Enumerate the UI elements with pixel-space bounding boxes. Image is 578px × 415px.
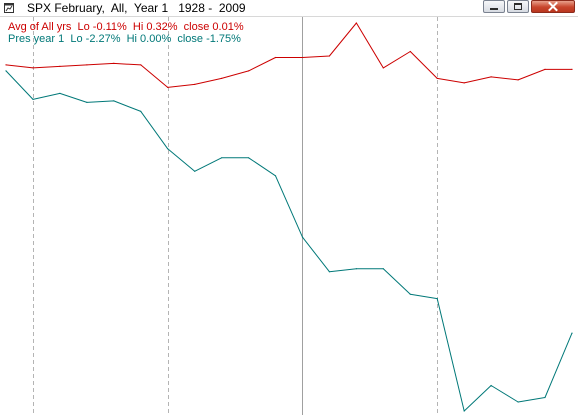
avg-point-8	[221, 77, 223, 79]
window-title: SPX February, All, Year 1 1928 - 2009	[27, 1, 246, 15]
pres-point-9	[248, 157, 250, 159]
pres-point-21	[571, 332, 573, 334]
legend-avg-series: Avg of All yrs Lo -0.11% Hi 0.32% close …	[8, 21, 244, 33]
avg-point-21	[571, 68, 573, 70]
avg-point-12	[328, 55, 330, 57]
avg-point-13	[355, 22, 357, 24]
avg-point-2	[59, 65, 61, 67]
maximize-icon	[514, 3, 522, 10]
avg-point-17	[463, 82, 465, 84]
minimize-button[interactable]	[483, 0, 505, 13]
avg-point-6	[167, 86, 169, 88]
avg-point-15	[409, 50, 411, 53]
pres-point-19	[517, 401, 519, 403]
pres-point-16	[436, 298, 438, 300]
pres-point-17	[463, 410, 465, 412]
avg-point-3	[86, 64, 88, 66]
pres-point-18	[490, 384, 492, 387]
pres-point-12	[328, 271, 330, 273]
pres-point-4	[113, 100, 115, 102]
pres-point-15	[409, 293, 411, 295]
title-bar[interactable]: SPX February, All, Year 1 1928 - 2009	[0, 0, 578, 17]
pres-point-1	[32, 98, 34, 100]
avg-point-19	[517, 79, 519, 81]
series-line-pres	[5, 70, 573, 412]
pres-point-20	[544, 396, 546, 399]
avg-point-9	[248, 70, 250, 72]
pres-point-11	[301, 236, 304, 238]
close-button[interactable]	[531, 0, 575, 13]
pres-point-7	[194, 170, 196, 172]
avg-point-10	[274, 56, 277, 59]
maximize-button[interactable]	[507, 0, 529, 13]
avg-point-5	[140, 64, 142, 66]
avg-point-7	[194, 83, 196, 85]
pres-point-14	[382, 268, 384, 270]
avg-point-16	[436, 77, 438, 79]
avg-point-20	[544, 68, 546, 70]
avg-point-18	[490, 76, 492, 78]
avg-point-4	[113, 62, 115, 64]
pres-point-13	[355, 268, 357, 270]
pres-point-2	[59, 92, 61, 94]
chart-window: SPX February, All, Year 1 1928 - 2009 Av…	[0, 0, 578, 415]
legend-pres-series: Pres year 1 Lo -2.27% Hi 0.00% close -1.…	[8, 33, 241, 45]
avg-point-11	[301, 56, 304, 59]
minimize-icon	[490, 8, 498, 10]
window-app-icon	[4, 3, 14, 13]
pres-point-10	[274, 175, 277, 177]
pres-point-3	[86, 101, 88, 103]
pres-point-8	[221, 157, 223, 159]
close-icon	[548, 1, 558, 12]
avg-point-1	[32, 67, 34, 69]
line-chart	[5, 17, 573, 415]
pres-point-0	[5, 70, 7, 72]
avg-point-0	[5, 64, 7, 66]
avg-point-14	[382, 67, 384, 69]
pres-point-6	[167, 148, 169, 150]
pres-point-5	[140, 110, 142, 112]
